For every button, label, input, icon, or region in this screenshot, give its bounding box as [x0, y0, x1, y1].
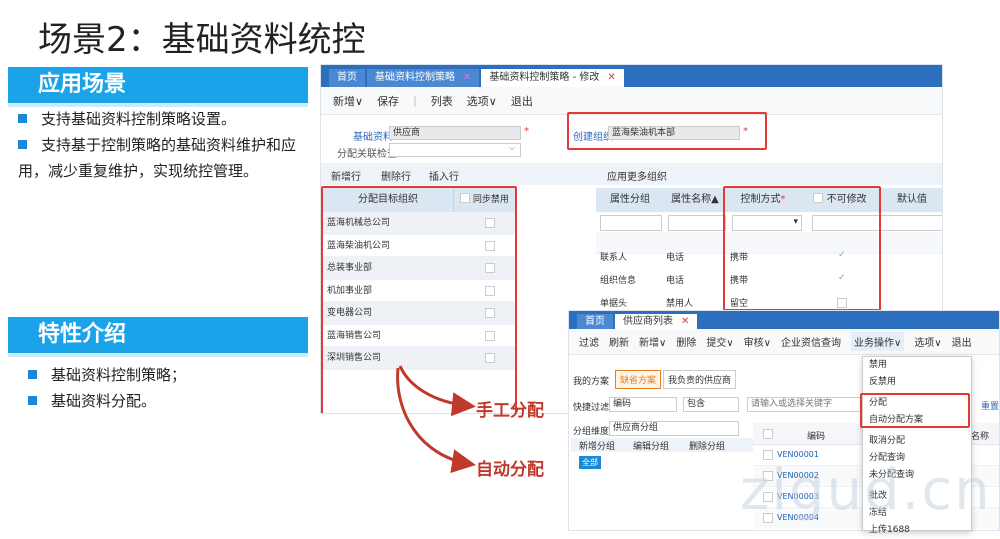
col-prop-name[interactable]: 属性名称▲ [664, 188, 726, 212]
my-suppliers-scheme-chip[interactable]: 我负责的供应商 [663, 370, 737, 389]
allocate-menu-highlight [860, 393, 970, 428]
options-button[interactable]: 选项∨ [914, 334, 941, 349]
policy-tabbar: 首页 基础资料控制策略 ✕ 基础资料控制策略 - 修改 ✕ [321, 65, 942, 87]
watermark: zigud.cn [740, 458, 992, 523]
section1-bullets: 支持基础资料控制策略设置。 支持基于控制策略的基础资料维护和应用，减少重复维护，… [18, 106, 303, 184]
annotation-arrows [396, 365, 476, 473]
add-group-button[interactable]: 新增分组 [579, 439, 615, 452]
bullet-3: 基础资料控制策略； [28, 362, 288, 388]
col-code: 编码 [807, 432, 826, 442]
add-row-button[interactable]: 新增行 [331, 168, 361, 183]
arrow-manual-allocate [398, 365, 476, 417]
exit-button[interactable]: 退出 [952, 334, 972, 349]
arrow-auto-allocate [396, 367, 476, 473]
menu-item-cancel-allocate[interactable]: 取消分配 [863, 433, 971, 450]
exit-button[interactable]: 退出 [511, 93, 533, 109]
credit-query-button[interactable]: 企业资信查询 [781, 334, 841, 349]
col-name: 名称 [971, 432, 990, 442]
default-scheme-chip[interactable]: 缺省方案 [615, 370, 662, 389]
delete-row-button[interactable]: 删除行 [381, 168, 411, 183]
tab-home[interactable]: 首页 [329, 69, 365, 87]
delete-group-button[interactable]: 删除分组 [689, 439, 725, 452]
filter-prop-group[interactable] [600, 215, 662, 231]
bullet-square-icon [28, 396, 37, 405]
required-mark: * [524, 126, 529, 137]
scheme-label: 我的方案 [573, 377, 610, 387]
section-application-scene: 应用场景 [8, 67, 308, 107]
slide-title: 场景2：基础资料统控 [38, 20, 366, 60]
bullet-4: 基础资料分配。 [28, 388, 288, 414]
chevron-down-icon[interactable]: ⌵ [509, 143, 515, 153]
options-button[interactable]: 选项∨ [467, 93, 497, 109]
manual-allocate-label: 手工分配 [476, 401, 544, 421]
insert-row-button[interactable]: 插入行 [429, 168, 459, 183]
all-group-badge[interactable]: 全部 [579, 456, 601, 469]
policy-toolbar: 新增∨ 保存 | 列表 选项∨ 退出 [321, 87, 942, 115]
refresh-button[interactable]: 刷新 [609, 334, 629, 349]
filter-button[interactable]: 过滤 [579, 334, 599, 349]
grid-actions-bar: 新增行 删除行 插入行 应用更多组织 [321, 163, 942, 185]
tab-policy-edit[interactable]: 基础资料控制策略 - 修改 ✕ [481, 69, 624, 87]
bullet-1: 支持基础资料控制策略设置。 [18, 106, 303, 132]
bullet-square-icon [28, 370, 37, 379]
auto-allocate-label: 自动分配 [476, 460, 544, 480]
tab-supplier-list[interactable]: 供应商列表 ✕ [615, 314, 698, 329]
delete-button[interactable]: 删除 [676, 334, 696, 349]
business-ops-button[interactable]: 业务操作∨ [850, 332, 905, 351]
group-dim-select[interactable]: 供应商分组 [609, 421, 739, 436]
edit-group-button[interactable]: 编辑分组 [633, 439, 669, 452]
filter-prop-name[interactable] [668, 215, 726, 231]
tab-policy[interactable]: 基础资料控制策略 ✕ [367, 69, 480, 87]
select-all-checkbox[interactable] [763, 429, 773, 439]
section-feature-intro-label: 特性介绍 [38, 322, 127, 347]
close-icon[interactable]: ✕ [463, 72, 471, 83]
group-dim-label: 分组维度 [573, 427, 610, 437]
filter-keyword-input[interactable]: 请输入或选择关键字 [747, 397, 863, 412]
bullet-square-icon [18, 140, 27, 149]
save-button[interactable]: 保存 [377, 93, 399, 109]
basic-data-label: 基础资料 [353, 132, 393, 143]
create-org-field[interactable]: 蓝海柴油机本部 [608, 126, 740, 140]
list-button[interactable]: 列表 [431, 93, 453, 109]
control-mode-highlight [723, 186, 881, 311]
close-icon[interactable]: ✕ [681, 316, 689, 327]
filter-field-select[interactable]: 编码 [609, 397, 677, 412]
section-feature-intro: 特性介绍 [8, 317, 308, 357]
close-icon[interactable]: ✕ [607, 72, 615, 83]
create-org-label: 创建组织 [573, 132, 613, 143]
alloc-check-label: 分配关联检查 [337, 149, 397, 160]
group-actions-bar: 新增分组 编辑分组 删除分组 [571, 438, 753, 452]
bullet-2: 支持基于控制策略的基础资料维护和应用，减少重复维护，实现统控管理。 [18, 136, 297, 180]
add-button[interactable]: 新增∨ [333, 93, 363, 109]
toolbar-separator: | [413, 94, 417, 107]
col-prop-group: 属性分组 [610, 194, 650, 205]
menu-item-disable[interactable]: 禁用 [863, 357, 971, 374]
basic-data-field[interactable]: 供应商 [389, 126, 521, 140]
submit-button[interactable]: 提交∨ [706, 334, 733, 349]
supplier-tabbar: 首页 供应商列表 ✕ [569, 311, 999, 329]
section-application-scene-label: 应用场景 [38, 72, 127, 97]
col-default: 默认值 [897, 194, 927, 205]
apply-more-orgs-button[interactable]: 应用更多组织 [607, 168, 667, 183]
tab-home[interactable]: 首页 [577, 314, 613, 329]
audit-button[interactable]: 审核∨ [744, 334, 771, 349]
quick-filter-label: 快捷过滤 [573, 403, 610, 413]
alloc-check-select[interactable] [389, 143, 521, 157]
section2-bullets: 基础资料控制策略； 基础资料分配。 [28, 362, 288, 414]
add-button[interactable]: 新增∨ [639, 334, 666, 349]
reset-link[interactable]: 重置 [981, 399, 999, 412]
required-mark: * [743, 126, 748, 137]
bullet-square-icon [18, 114, 27, 123]
menu-item-enable[interactable]: 反禁用 [863, 374, 971, 391]
filter-operator-select[interactable]: 包含 [683, 397, 739, 412]
supplier-toolbar: 过滤 刷新 新增∨ 删除 提交∨ 审核∨ 企业资信查询 业务操作∨ 选项∨ 退出 [569, 329, 999, 355]
